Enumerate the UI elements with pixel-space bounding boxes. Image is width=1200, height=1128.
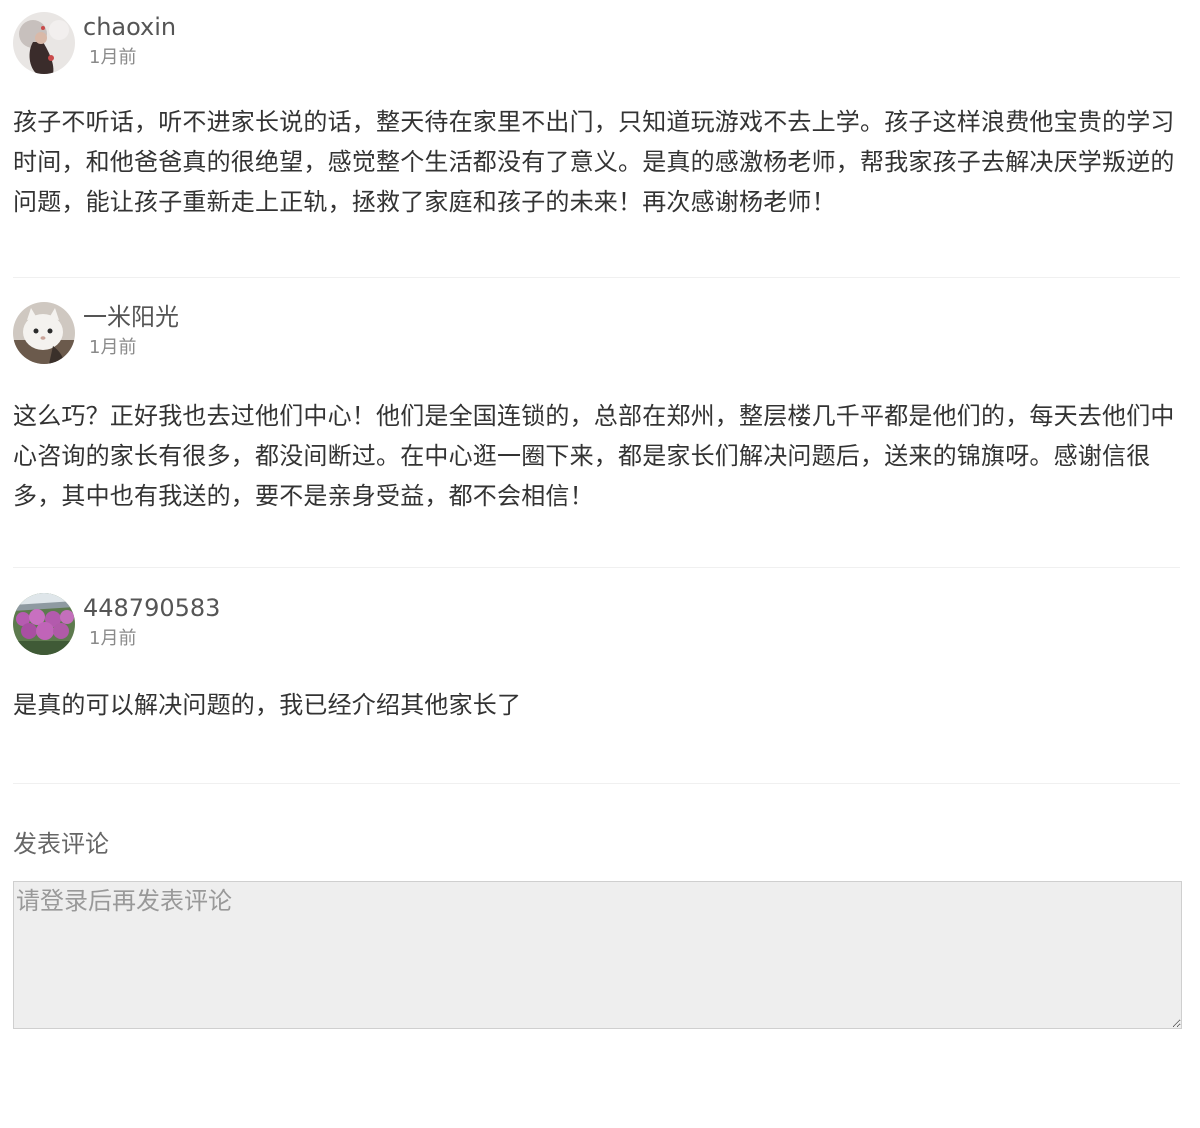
- user-avatar[interactable]: [13, 302, 75, 364]
- comment-header: 一米阳光 1月前: [13, 302, 1180, 364]
- comment-item: chaoxin 1月前 孩子不听话，听不进家长说的话，整天待在家里不出门，只知道…: [13, 12, 1180, 222]
- comment-time: 1月前: [89, 47, 137, 68]
- comment-username[interactable]: 448790583: [83, 593, 220, 623]
- comment-time: 1月前: [89, 628, 137, 649]
- comment-text: 这么巧？正好我也去过他们中心！他们是全国连锁的，总部在郑州，整层楼几千平都是他们…: [13, 402, 1175, 510]
- user-avatar[interactable]: [13, 593, 75, 655]
- comment-time: 1月前: [89, 337, 137, 358]
- avatar-girl-photo-icon: [13, 12, 75, 74]
- comment-header: 448790583 1月前: [13, 593, 1180, 655]
- avatar-flowers-photo-icon: [13, 593, 75, 655]
- user-avatar[interactable]: [13, 12, 75, 74]
- comment-item: 448790583 1月前 是真的可以解决问题的，我已经介绍其他家长了: [13, 593, 1180, 725]
- avatar-cat-photo-icon: [13, 302, 75, 364]
- comment-header: chaoxin 1月前: [13, 12, 1180, 74]
- comment-text: 是真的可以解决问题的，我已经介绍其他家长了: [13, 691, 522, 719]
- comment-text: 孩子不听话，听不进家长说的话，整天待在家里不出门，只知道玩游戏不去上学。孩子这样…: [13, 108, 1175, 216]
- comment-username[interactable]: chaoxin: [83, 12, 176, 42]
- post-comment-title: 发表评论: [13, 830, 109, 858]
- comment-username[interactable]: 一米阳光: [83, 302, 179, 332]
- comments-page: chaoxin 1月前 孩子不听话，听不进家长说的话，整天待在家里不出门，只知道…: [0, 0, 1200, 1128]
- comment-item: 一米阳光 1月前 这么巧？正好我也去过他们中心！他们是全国连锁的，总部在郑州，整…: [13, 302, 1180, 516]
- divider: [13, 277, 1180, 278]
- comment-textarea[interactable]: [13, 881, 1182, 1029]
- divider: [13, 783, 1180, 784]
- divider: [13, 567, 1180, 568]
